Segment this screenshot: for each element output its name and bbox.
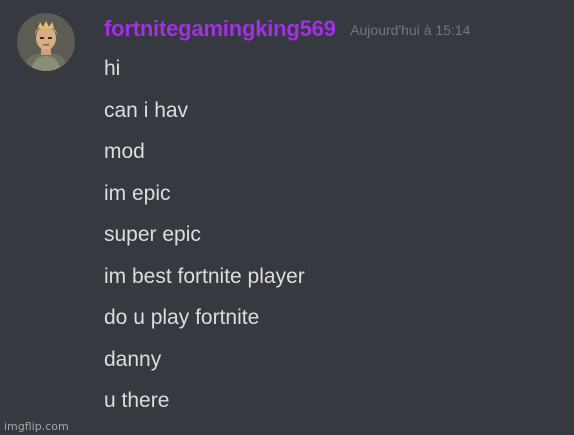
message-text: can i hav [104, 98, 189, 122]
message-header: fortnitegamingking569 Aujourd'hui à 15:1… [104, 16, 470, 42]
message-text: u there [104, 389, 170, 412]
message-timestamp: Aujourd'hui à 15:14 [350, 22, 471, 38]
message-text: super epic [104, 223, 201, 246]
message-text: do u play fortnite [104, 306, 260, 329]
message-text: im best fortnite player [104, 264, 305, 288]
message-text: hi [104, 57, 121, 80]
message-text: mod [104, 140, 145, 163]
user-avatar[interactable] [17, 13, 75, 71]
fortnite-character-avatar-icon [17, 13, 75, 71]
watermark-text: imgflip.com [4, 420, 69, 433]
message-text: im epic [104, 181, 171, 205]
username[interactable]: fortnitegamingking569 [104, 16, 336, 41]
message-text: danny [104, 347, 162, 371]
chat-message-area: fortnitegamingking569 Aujourd'hui à 15:1… [0, 0, 574, 435]
message-list: hi can i hav mod im epic super epic im b… [104, 48, 305, 422]
